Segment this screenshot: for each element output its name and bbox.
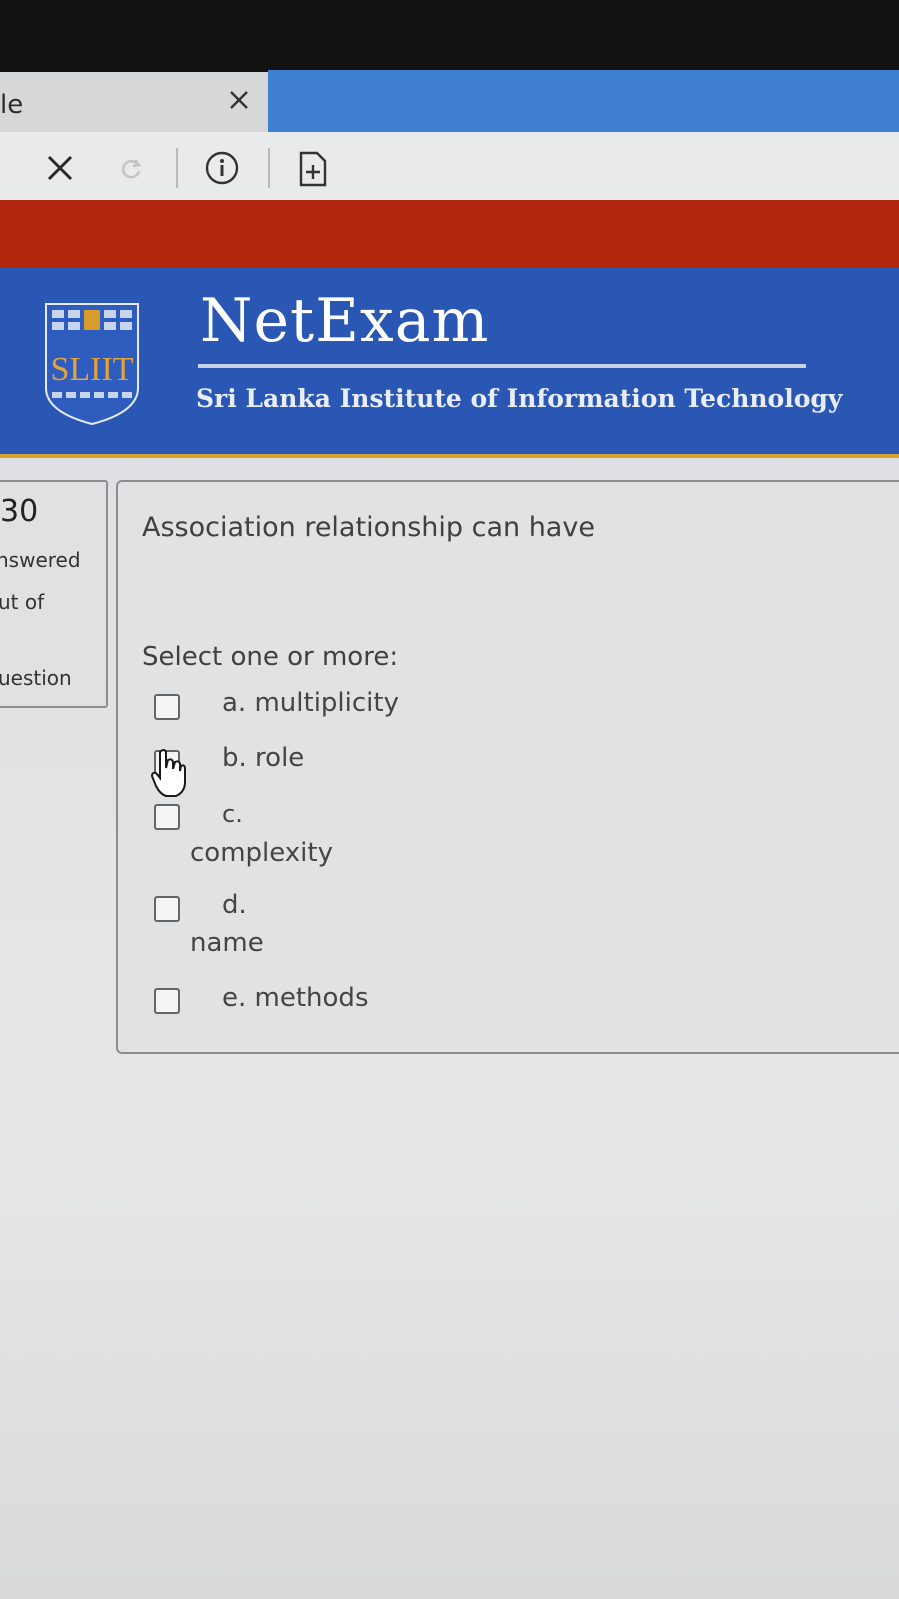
toolbar-separator [176, 148, 178, 188]
option-d-checkbox[interactable] [154, 896, 180, 922]
screen-top-bezel [0, 0, 899, 72]
option-d-text[interactable]: name [190, 928, 264, 958]
hand-pointer-icon [150, 748, 190, 798]
question-text: Association relationship can have [142, 512, 595, 543]
logo-text: SLIIT [50, 351, 133, 388]
question-number: 30 [0, 494, 39, 529]
toolbar-separator [268, 148, 270, 188]
site-title: NetExam [200, 286, 490, 356]
stop-icon[interactable] [44, 152, 76, 184]
question-info-panel: 30 nswered ut of uestion [0, 480, 108, 708]
option-c-letter[interactable]: c. [222, 800, 243, 828]
browser-tab-title[interactable]: le [0, 90, 23, 120]
option-e-label[interactable]: e. methods [222, 983, 368, 1013]
status-answered: nswered [0, 548, 81, 572]
flag-question[interactable]: uestion [0, 666, 72, 690]
info-icon[interactable] [204, 150, 240, 186]
browser-active-tab[interactable] [268, 70, 899, 134]
close-icon[interactable] [225, 86, 253, 114]
marks-out-of: ut of [0, 590, 45, 614]
site-subtitle: Sri Lanka Institute of Information Techn… [196, 384, 843, 413]
site-top-band [0, 200, 899, 268]
sliit-logo[interactable]: SLIIT [44, 302, 140, 426]
option-b-label[interactable]: b. role [222, 743, 304, 773]
title-divider [198, 364, 806, 368]
option-a-checkbox[interactable] [154, 694, 180, 720]
option-c-checkbox[interactable] [154, 804, 180, 830]
answer-prompt: Select one or more: [142, 642, 399, 672]
reload-icon[interactable] [118, 156, 144, 182]
option-e-checkbox[interactable] [154, 988, 180, 1014]
add-page-icon[interactable] [298, 150, 328, 188]
option-c-text[interactable]: complexity [190, 838, 333, 868]
option-d-letter[interactable]: d. [222, 890, 247, 920]
option-a-label[interactable]: a. multiplicity [222, 688, 399, 718]
